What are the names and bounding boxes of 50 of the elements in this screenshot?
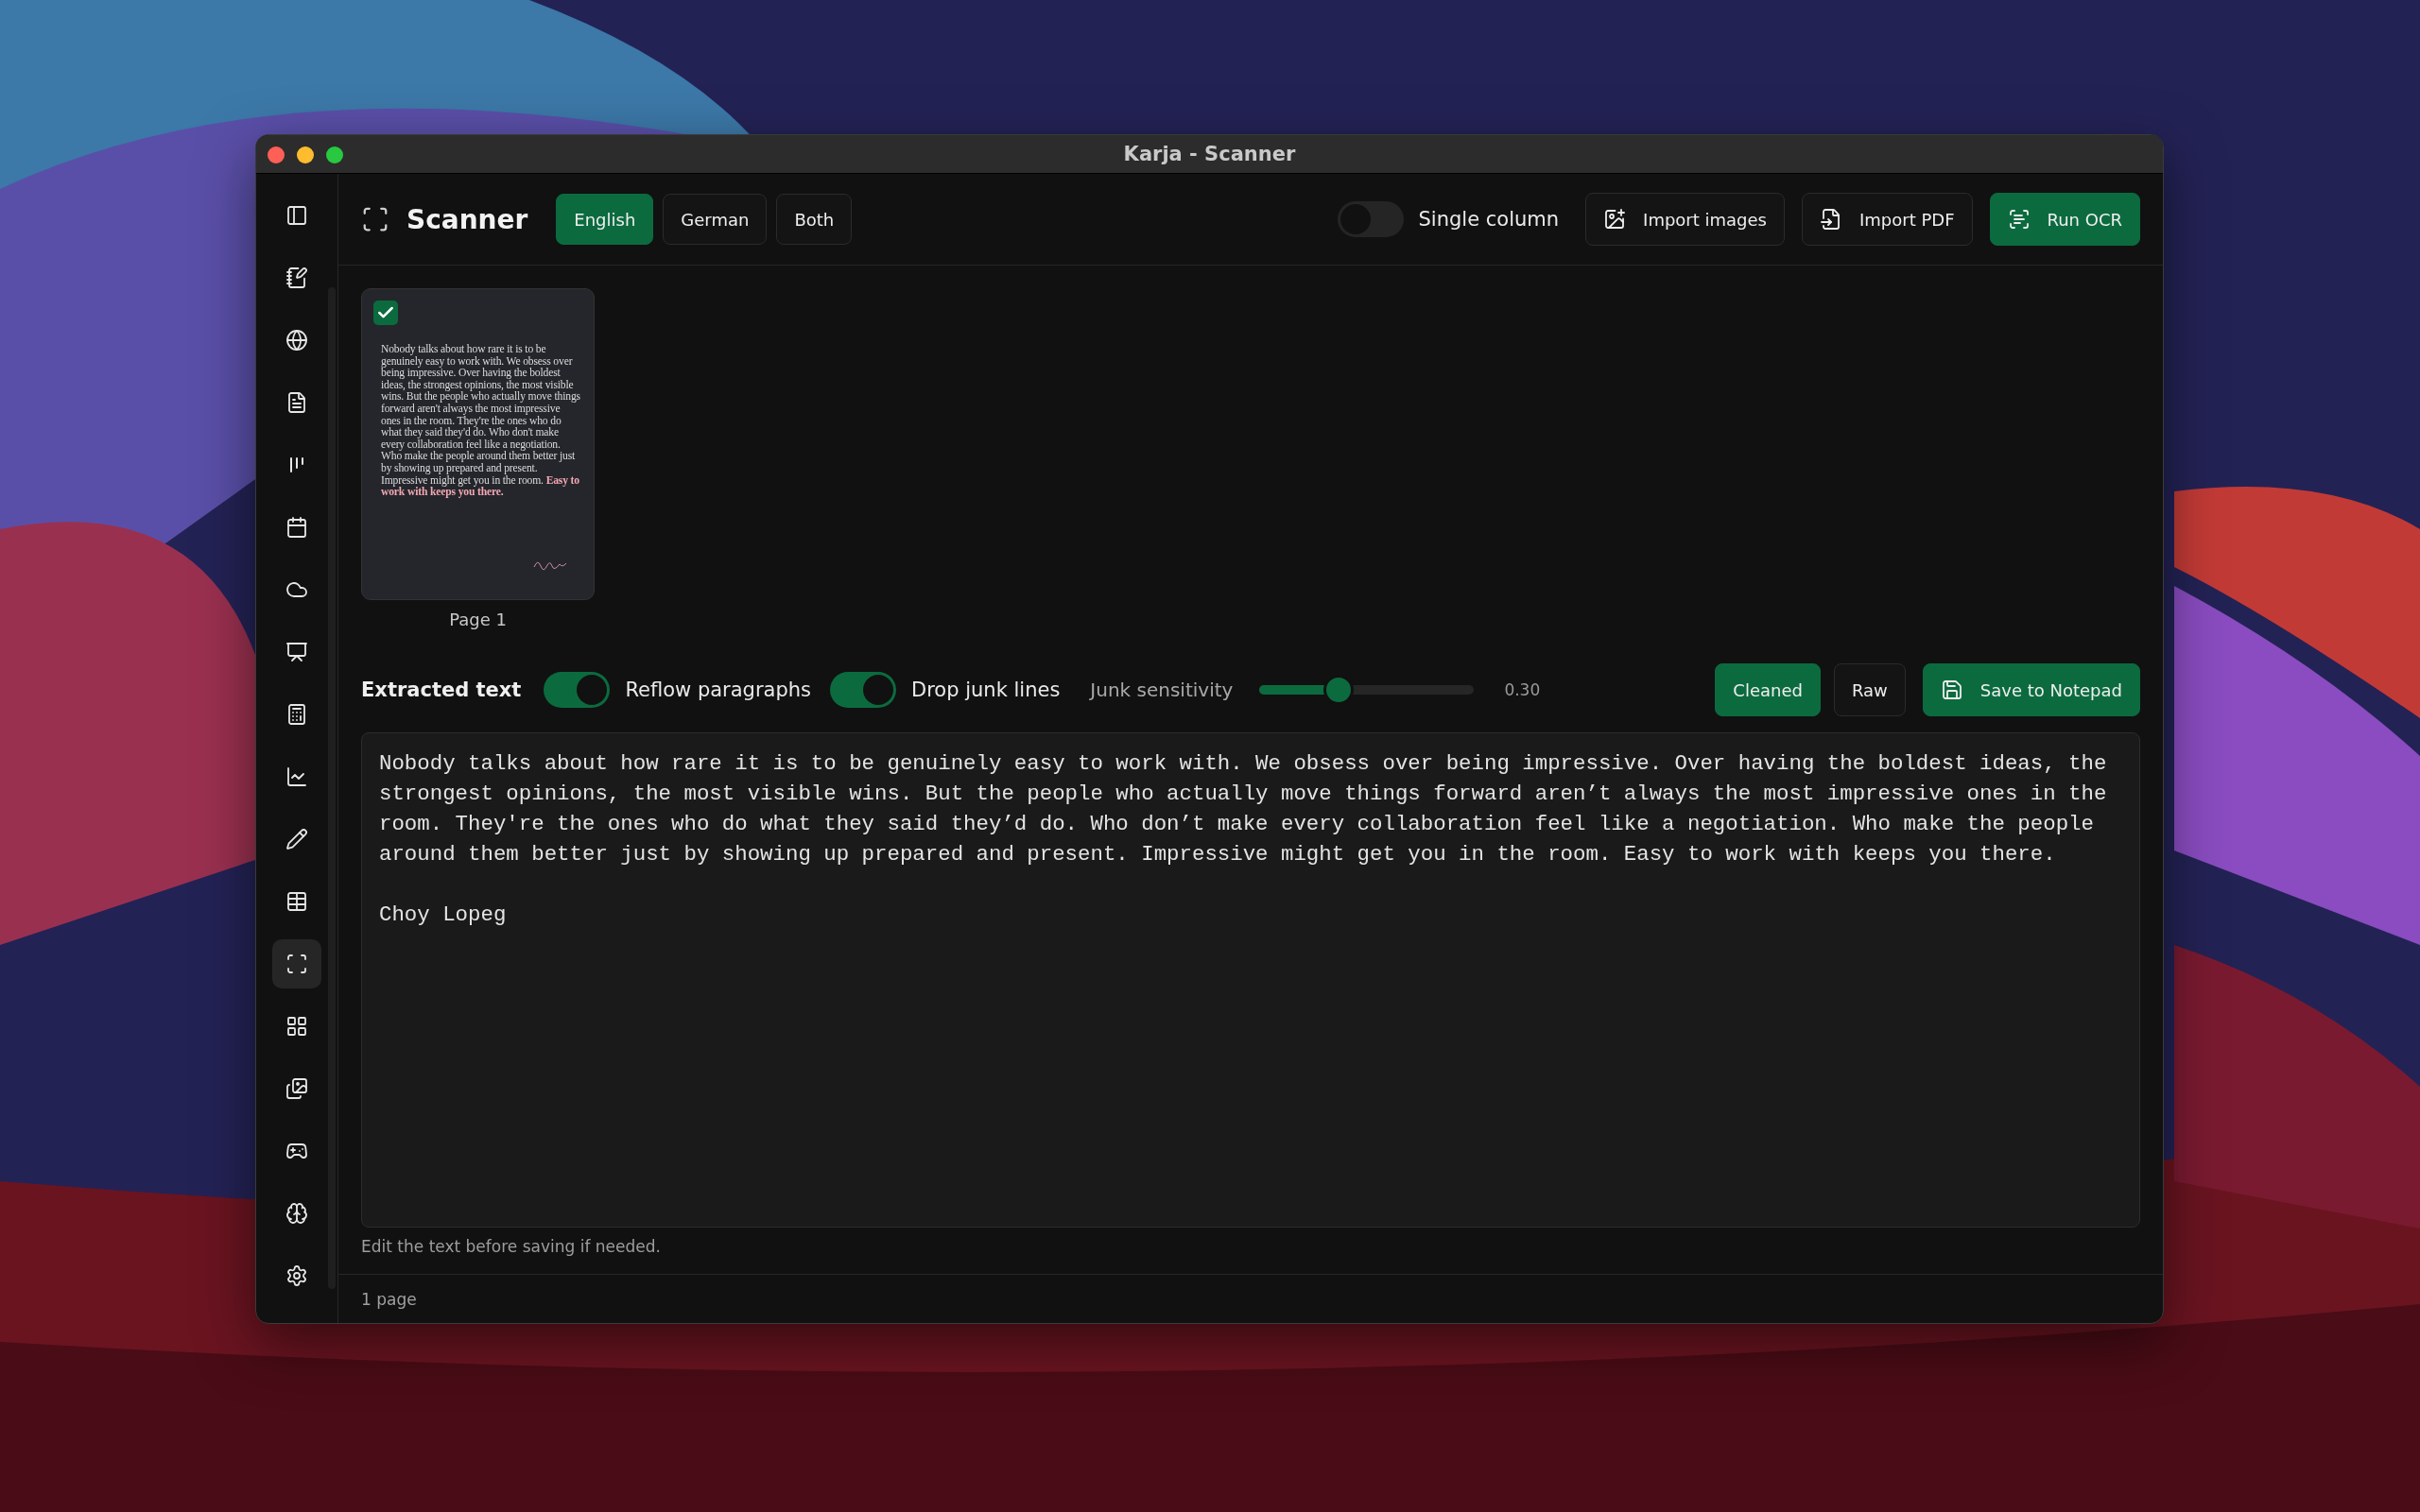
page-count: 1 page [361, 1289, 417, 1309]
switch-label: Drop junk lines [911, 679, 1061, 701]
page-checkbox[interactable] [373, 301, 398, 325]
language-tab[interactable]: German [663, 194, 768, 245]
text-editor[interactable]: Nobody talks about how rare it is to be genuinely easy to work with. We obsess over being impressive. Over having the boldest ideas, the strongest opinions, the most visible wins. But the people who actually move things forward aren’t always the most impressive ones in the room. They're the ones who do what they said they’d do. Who don’t make every collaboration feel like a negotiation. Who make the people around them better just by showing up prepared and present. Impressive might get you in the room. Easy to work with keeps you there. Choy Lopeg [361, 732, 2140, 1228]
action-button[interactable]: Run OCR [1989, 193, 2140, 246]
settings-icon [285, 1264, 308, 1287]
pencil-icon [285, 828, 308, 850]
document-icon [285, 391, 308, 414]
save-button[interactable]: Save to Notepad [1922, 663, 2140, 716]
language-tab[interactable]: English [556, 194, 654, 245]
switch-label: Reflow paragraphs [625, 679, 811, 701]
grid-icon [285, 1015, 308, 1038]
zoom-button[interactable] [326, 146, 343, 163]
language-tab[interactable]: Both [776, 194, 853, 245]
calculator-icon [285, 703, 308, 726]
mode-tab[interactable]: Cleaned [1715, 663, 1821, 716]
action-button[interactable]: Import PDF [1802, 193, 1973, 246]
section-title: Extracted text [361, 679, 522, 701]
reflow-switch[interactable] [544, 672, 611, 708]
scan-icon [285, 953, 308, 975]
sidebar-toggle-icon [285, 204, 308, 227]
notebook-pen-icon [285, 266, 308, 289]
action-button[interactable]: Import images [1585, 193, 1785, 246]
window-title: Karja - Scanner [1123, 143, 1296, 165]
slider-value: 0.30 [1504, 680, 1541, 699]
minimize-button[interactable] [297, 146, 314, 163]
page-label: Page 1 [449, 610, 507, 629]
globe-icon [285, 329, 308, 352]
brain-icon [285, 1202, 308, 1225]
chart-icon [285, 765, 308, 788]
slider-label: Junk sensitivity [1090, 679, 1234, 701]
images-icon [285, 1077, 308, 1100]
scan-text-icon [2007, 208, 2031, 231]
mode-tab[interactable]: Raw [1833, 663, 1906, 716]
hint-text: Edit the text before saving if needed. [361, 1237, 662, 1256]
page-text: Nobody talks about how rare it is to be genuinely easy to work with. We obsess over being impressive. Over having the boldest ideas, the strongest opinions, the most visible wins. But the people who actually move things forward aren't always the most impressive ones in the room. They're the ones who do what they said they'd do. Who don't make every collaboration feel like a negotiation. Who make the people around them better just by showing up prepared and present. Impressive might get you in the room. Easy to work with keeps you there. [381, 344, 580, 499]
close-button[interactable] [268, 146, 285, 163]
page-title: Scanner [406, 203, 528, 235]
page-thumbnail[interactable] [361, 288, 595, 600]
scan-icon [361, 205, 389, 233]
presentation-icon [285, 641, 308, 663]
save-icon [1940, 679, 1963, 701]
table-icon [285, 890, 308, 913]
image-plus-icon [1603, 208, 1627, 231]
file-import-icon [1820, 208, 1842, 231]
drop-junk-switch[interactable] [830, 672, 896, 708]
sidebar-item[interactable] [272, 939, 321, 988]
switch-label: Single column [1418, 208, 1560, 231]
calendar-icon [285, 516, 308, 539]
